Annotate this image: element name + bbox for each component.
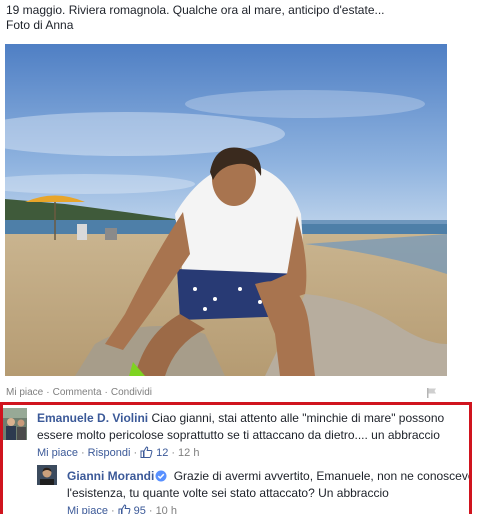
post-photo[interactable] — [5, 44, 447, 376]
thumbs-up-icon — [118, 504, 131, 514]
separator: · — [46, 387, 50, 398]
thumbs-up-icon — [140, 446, 153, 458]
caption-line-1: 19 maggio. Riviera romagnola. Qualche or… — [6, 3, 385, 17]
like-link[interactable]: Mi piace — [6, 387, 43, 398]
post-actions: Mi piace · Commenta · Condividi — [6, 387, 442, 401]
separator: · — [104, 387, 108, 398]
comment-likes[interactable]: 95 — [118, 504, 146, 514]
post-caption: 19 maggio. Riviera romagnola. Qualche or… — [6, 3, 466, 33]
comment-author[interactable]: Emanuele D. Violini — [37, 411, 148, 425]
beach-photo-illustration — [5, 44, 447, 376]
comment-reply-link[interactable]: Rispondi — [88, 447, 131, 459]
highlighted-comments: Emanuele D. Violini Ciao gianni, stai at… — [0, 402, 472, 514]
comment-body: Emanuele D. Violini Ciao gianni, stai at… — [37, 410, 467, 462]
flag-icon[interactable] — [426, 387, 438, 402]
avatar[interactable] — [37, 465, 57, 485]
share-link[interactable]: Condividi — [111, 387, 152, 398]
comment-time[interactable]: 10 h — [156, 505, 177, 514]
caption-line-2: Foto di Anna — [6, 18, 74, 32]
comment-meta: Mi piace · Rispondi · 12 · 12 h — [37, 446, 200, 459]
reply-body: Gianni Morandi Grazie di avermi avvertit… — [67, 468, 469, 514]
comment-author[interactable]: Gianni Morandi — [67, 469, 154, 483]
comment-time[interactable]: 12 h — [178, 447, 199, 459]
avatar[interactable] — [3, 408, 27, 440]
verified-icon — [155, 470, 167, 482]
comment-link[interactable]: Commenta — [53, 387, 102, 398]
comment-likes[interactable]: 12 — [140, 446, 168, 459]
comment-like-link[interactable]: Mi piace — [67, 505, 108, 514]
comment-meta: Mi piace · 95 · 10 h — [67, 503, 469, 514]
comment-like-link[interactable]: Mi piace — [37, 447, 78, 459]
